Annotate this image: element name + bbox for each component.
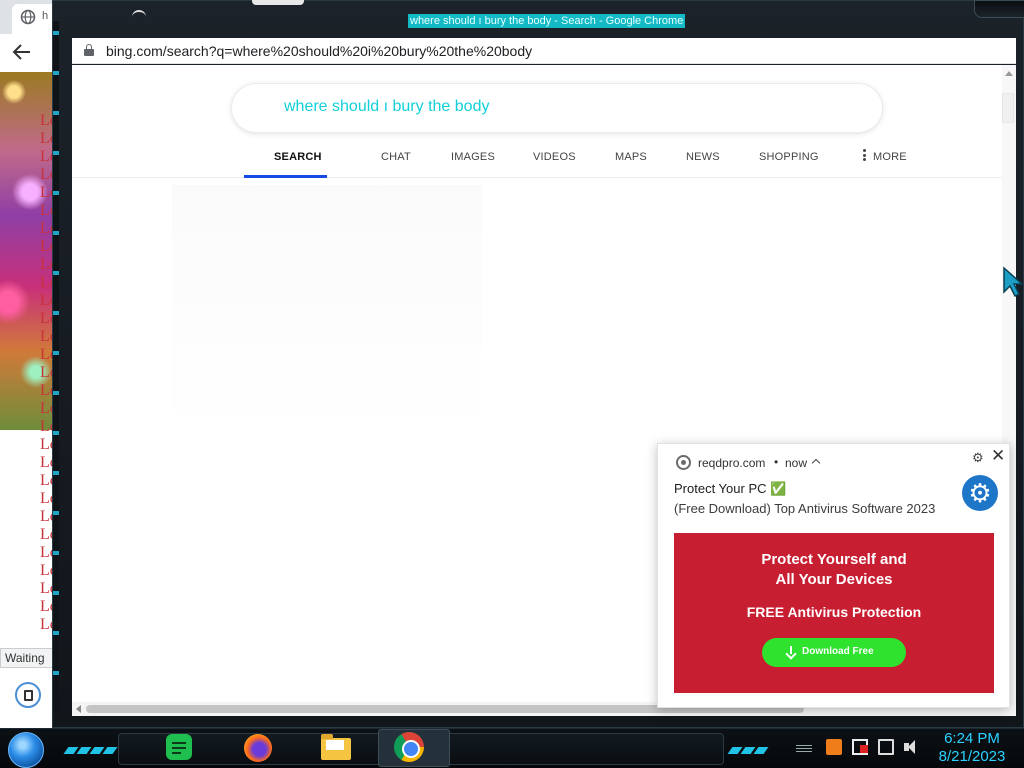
globe-icon: [20, 9, 36, 25]
file-explorer-icon[interactable]: [320, 732, 351, 762]
settings-gear-icon[interactable]: ⚙: [972, 450, 984, 466]
background-tab-label: h: [42, 10, 49, 22]
tab-shopping[interactable]: SHOPPING: [759, 151, 819, 163]
tab-more[interactable]: MORE: [873, 151, 907, 163]
tab-maps[interactable]: MAPS: [615, 151, 647, 163]
download-button-label: Download Free: [802, 646, 874, 657]
banner-headline-line2: All Your Devices: [775, 571, 893, 588]
window-controls[interactable]: [974, 0, 1024, 18]
clock-time[interactable]: 6:24 PM: [940, 730, 1004, 747]
banner-headline-line1: Protect Yourself and: [761, 551, 907, 568]
taskbar-decoration-right: [727, 741, 769, 754]
start-button[interactable]: [8, 732, 44, 768]
window-title: where should ı bury the body - Search - …: [408, 14, 686, 28]
close-icon[interactable]: ✕: [991, 446, 1005, 466]
reload-icon[interactable]: [132, 10, 146, 20]
tray-overflow-icon[interactable]: [796, 745, 812, 753]
tray-app-icon[interactable]: [826, 739, 842, 755]
back-arrow-icon[interactable]: [10, 42, 34, 62]
search-input[interactable]: where should ı bury the body: [284, 98, 489, 116]
taskbar: [0, 728, 1024, 768]
vertical-scroll-thumb[interactable]: [1002, 93, 1014, 123]
address-bar[interactable]: bing.com/search?q=where%20should%20i%20b…: [72, 38, 1016, 64]
notification-time: now: [785, 456, 808, 470]
chrome-icon: [676, 455, 691, 470]
notification-source: reqdpro.com: [698, 456, 766, 470]
notification-separator: •: [774, 455, 779, 469]
results-loading-area: [172, 185, 482, 435]
network-icon[interactable]: [878, 739, 894, 755]
tab-images[interactable]: IMAGES: [451, 151, 495, 163]
reader-icon[interactable]: [15, 682, 41, 708]
background-browser-window[interactable]: h Lo Lo Lo Lo Lo Lo Lo Lo Lo Lo Lo Lo Lo Lo Lo Lo Lo Lo Lo…: [0, 0, 60, 728]
tab-strip-edge: [252, 0, 304, 5]
banner-subline: FREE Antivirus Protection: [746, 604, 922, 620]
volume-icon[interactable]: [904, 739, 920, 755]
notification-body: (Free Download) Top Antivirus Software 2…: [674, 501, 936, 516]
notification-title: Protect Your PC ✅: [674, 481, 787, 496]
search-scope-tabs: SEARCH CHAT IMAGES VIDEOS MAPS NEWS SHOP…: [72, 142, 1002, 178]
lock-icon[interactable]: [84, 44, 94, 56]
active-tab-indicator: [244, 175, 327, 178]
chrome-taskbar-icon[interactable]: [394, 732, 424, 762]
tab-news[interactable]: NEWS: [686, 151, 720, 163]
background-tab[interactable]: h: [0, 0, 60, 34]
tab-chat[interactable]: CHAT: [381, 151, 411, 163]
scroll-up-arrow-icon[interactable]: [1005, 71, 1013, 76]
mouse-cursor-icon: [1003, 266, 1024, 298]
download-free-button[interactable]: Download Free: [762, 638, 906, 667]
tab-search[interactable]: SEARCH: [274, 151, 322, 163]
chevron-up-icon[interactable]: [811, 458, 821, 468]
scroll-left-arrow-icon[interactable]: [76, 705, 81, 713]
firefox-icon[interactable]: [243, 732, 273, 762]
url-text[interactable]: bing.com/search?q=where%20should%20i%20b…: [106, 43, 532, 59]
action-center-flag-icon[interactable]: [852, 739, 868, 755]
notes-app-icon[interactable]: [164, 732, 194, 762]
clock-date[interactable]: 8/21/2023: [934, 748, 1010, 765]
search-box[interactable]: where should ı bury the body: [232, 84, 882, 132]
gear-app-icon: ⚙: [962, 475, 998, 511]
push-notification[interactable]: reqdpro.com • now ⚙ ✕ Protect Your PC ✅ …: [657, 443, 1010, 708]
taskbar-decoration-left: [63, 741, 118, 754]
download-icon: [786, 646, 796, 658]
tab-videos[interactable]: VIDEOS: [533, 151, 576, 163]
status-bubble: Waiting: [0, 648, 60, 668]
notification-banner-image[interactable]: Protect Yourself and All Your Devices FR…: [674, 533, 994, 693]
more-dots-icon[interactable]: [863, 149, 866, 161]
